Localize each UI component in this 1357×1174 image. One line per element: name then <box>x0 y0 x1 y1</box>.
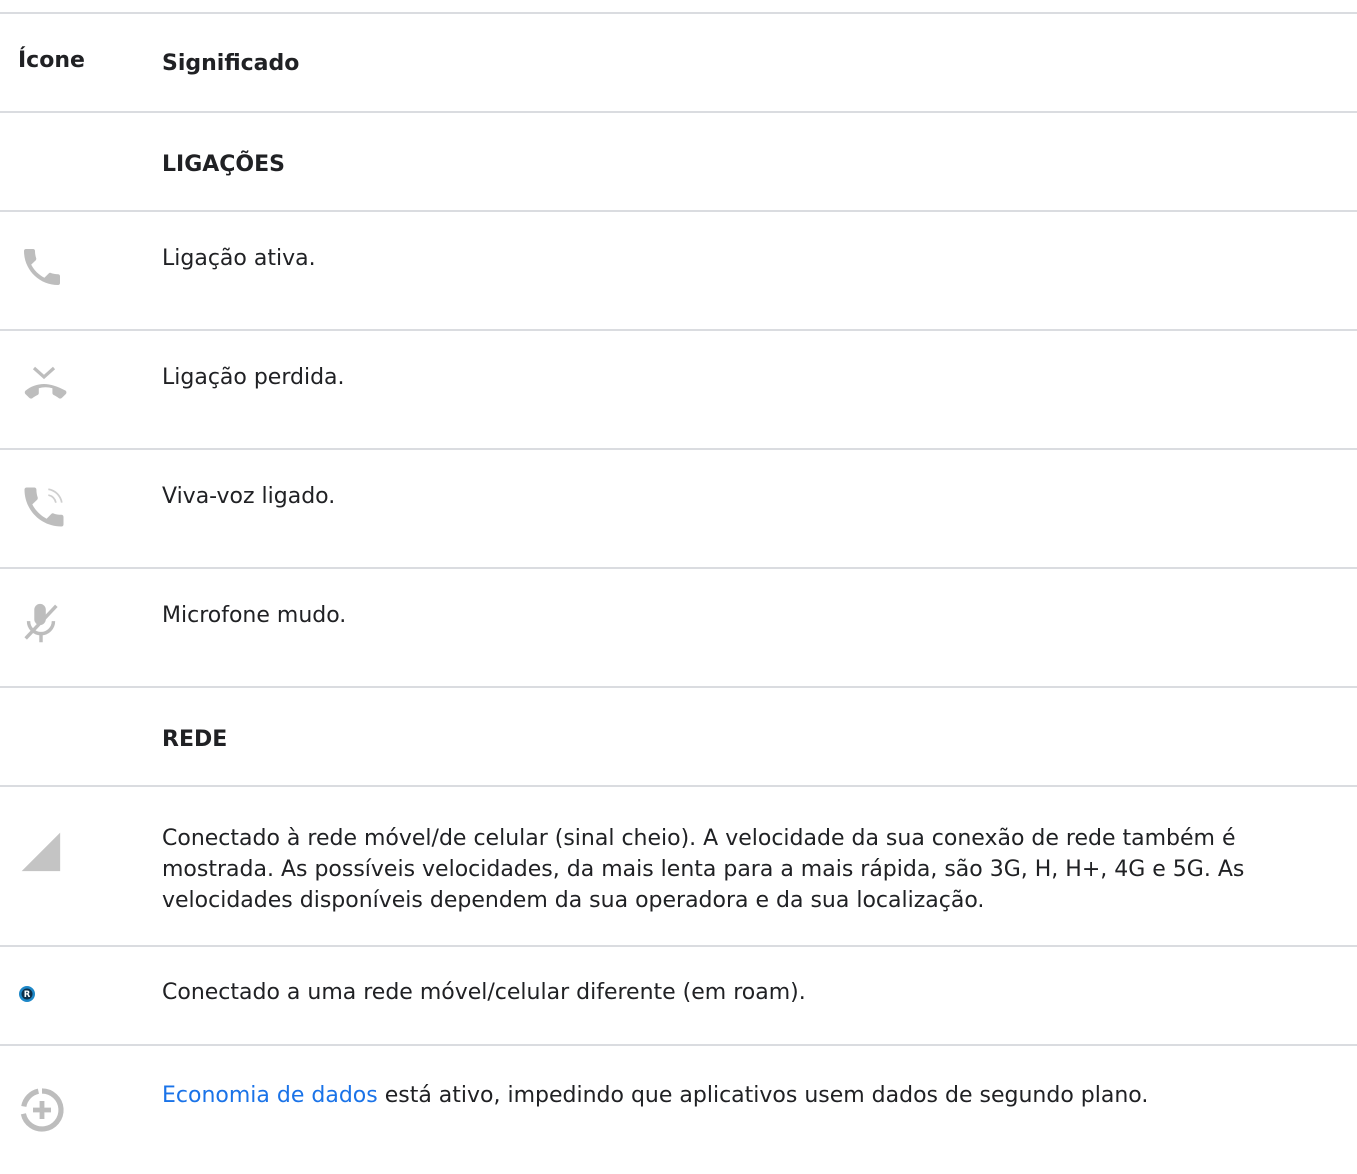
header-icon-column: Ícone <box>18 48 85 73</box>
mic-off-icon <box>18 600 162 650</box>
row-meaning: Conectado à rede móvel/de celular (sinal… <box>162 826 1245 913</box>
svg-text:R: R <box>24 990 31 1000</box>
roaming-icon: R <box>18 985 162 1003</box>
speakerphone-icon <box>18 481 162 533</box>
table-row: Conectado à rede móvel/de celular (sinal… <box>0 785 1357 945</box>
table-row: Economia de dados está ativo, impedindo … <box>0 1044 1357 1174</box>
table-row: Viva-voz ligado. <box>0 448 1357 567</box>
row-meaning: Conectado a uma rede móvel/celular difer… <box>162 980 806 1005</box>
section-row-calls: LIGAÇÕES <box>0 111 1357 210</box>
section-title-calls: LIGAÇÕES <box>162 152 286 177</box>
table-header-row: Ícone Significado <box>0 12 1357 111</box>
row-meaning: Microfone mudo. <box>162 603 347 628</box>
top-spacer <box>0 0 1357 12</box>
table-row: R Conectado a uma rede móvel/celular dif… <box>0 945 1357 1044</box>
missed-call-icon <box>18 362 162 402</box>
section-row-network: REDE <box>0 686 1357 785</box>
row-meaning: Ligação ativa. <box>162 246 316 271</box>
table-row: Ligação perdida. <box>0 329 1357 448</box>
phone-icon <box>18 243 162 291</box>
table-row: Microfone mudo. <box>0 567 1357 686</box>
signal-full-icon <box>18 829 162 873</box>
section-title-network: REDE <box>162 727 228 752</box>
row-meaning: Viva-voz ligado. <box>162 484 336 509</box>
header-meaning-column: Significado <box>162 51 300 76</box>
status-icons-table: Ícone Significado LIGAÇÕES Ligação ativa… <box>0 0 1357 1174</box>
row-meaning: Ligação perdida. <box>162 365 345 390</box>
data-saver-description: está ativo, impedindo que aplicativos us… <box>377 1083 1149 1108</box>
data-saver-link[interactable]: Economia de dados <box>162 1083 378 1108</box>
data-saver-icon <box>18 1086 162 1134</box>
table-row: Ligação ativa. <box>0 210 1357 329</box>
row-meaning: Economia de dados está ativo, impedindo … <box>162 1080 1357 1111</box>
